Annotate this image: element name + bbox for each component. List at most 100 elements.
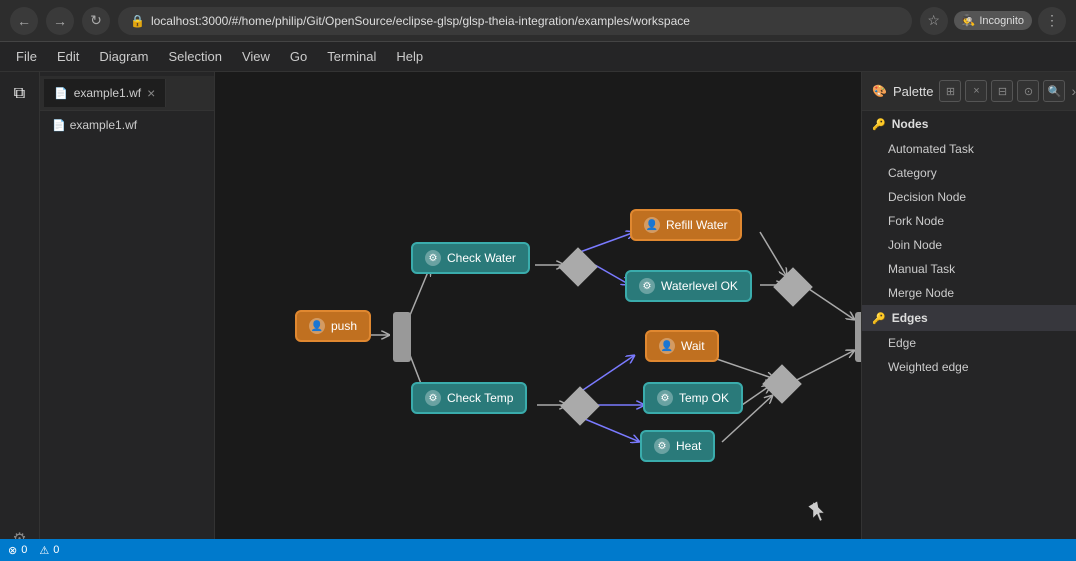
check-temp-icon: ⚙ [425,390,441,406]
left-gate-node[interactable] [393,312,411,362]
menu-diagram[interactable]: Diagram [91,46,156,67]
palette-panel: 🎨 Palette ⊞ × ⊟ ⊙ 🔍 › 🔑 Nodes Automated … [861,72,1076,561]
edges-section-icon: 🔑 [872,312,886,325]
status-bar: ⊗ 0 ⚠ 0 [0,539,1076,561]
refill-water-node[interactable]: 👤 Refill Water [630,209,742,241]
check-water-icon: ⚙ [425,250,441,266]
warning-icon: ⚠ [39,544,49,557]
temp-ok-node[interactable]: ⚙ Temp OK [643,382,743,414]
tab-bar: 📄 example1.wf × [40,76,214,111]
check-water-node[interactable]: ⚙ Check Water [411,242,530,274]
forward-button[interactable]: → [46,7,74,35]
back-button[interactable]: ← [10,7,38,35]
palette-icon: 🎨 [872,84,887,98]
menu-selection[interactable]: Selection [160,46,229,67]
incognito-label: Incognito [979,15,1024,27]
edges-section-label: Edges [892,311,928,325]
diamond2[interactable] [560,386,600,426]
palette-btn-grid[interactable]: ⊞ [939,80,961,102]
palette-btn-close[interactable]: × [965,80,987,102]
app-body: ⧉ ⚙ 📄 example1.wf × 📄 example1.wf [0,72,1076,561]
warning-count: 0 [53,544,59,556]
reload-button[interactable]: ↻ [82,7,110,35]
check-temp-label: Check Temp [447,391,513,405]
menubar: File Edit Diagram Selection View Go Term… [0,42,1076,72]
palette-item-edge[interactable]: Edge [862,331,1076,355]
push-node-icon: 👤 [309,318,325,334]
waterlevel-ok-node[interactable]: ⚙ Waterlevel OK [625,270,752,302]
more-button[interactable]: ⋮ [1038,7,1066,35]
error-icon: ⊗ [8,544,17,557]
push-node[interactable]: 👤 push [295,310,371,342]
lock-icon: 🔒 [130,14,145,28]
palette-item-fork-node[interactable]: Fork Node [862,209,1076,233]
temp-ok-label: Temp OK [679,391,729,405]
active-tab[interactable]: 📄 example1.wf × [44,79,166,107]
menu-edit[interactable]: Edit [49,46,87,67]
waterlevel-ok-icon: ⚙ [639,278,655,294]
url-text: localhost:3000/#/home/philip/Git/OpenSou… [151,14,690,28]
palette-btn-circle[interactable]: ⊙ [1017,80,1039,102]
nodes-section[interactable]: 🔑 Nodes [862,111,1076,137]
wait-label: Wait [681,339,705,353]
palette-btn-expand-v[interactable]: ⊟ [991,80,1013,102]
mouse-cursor [813,502,825,520]
menu-view[interactable]: View [234,46,278,67]
tab-file-icon: 📄 [54,87,68,100]
check-temp-node[interactable]: ⚙ Check Temp [411,382,527,414]
menu-terminal[interactable]: Terminal [319,46,384,67]
check-water-label: Check Water [447,251,516,265]
palette-btn-search[interactable]: 🔍 [1043,80,1065,102]
menu-help[interactable]: Help [388,46,431,67]
nodes-section-label: Nodes [892,117,929,131]
star-button[interactable]: ☆ [920,7,948,35]
heat-icon: ⚙ [654,438,670,454]
palette-header: 🎨 Palette ⊞ × ⊟ ⊙ 🔍 › [862,72,1076,111]
refill-water-label: Refill Water [666,218,728,232]
menu-go[interactable]: Go [282,46,315,67]
url-bar[interactable]: 🔒 localhost:3000/#/home/philip/Git/OpenS… [118,7,912,35]
waterlevel-ok-label: Waterlevel OK [661,279,738,293]
temp-ok-icon: ⚙ [657,390,673,406]
right-gate-node[interactable] [855,312,861,362]
palette-item-merge-node[interactable]: Merge Node [862,281,1076,305]
canvas-area[interactable]: 👤 push ⚙ Check Water ⚙ Check Temp 👤 Refi… [215,72,861,561]
left-sidebar: ⧉ ⚙ [0,72,40,561]
diamond-right1[interactable] [773,267,813,307]
menu-file[interactable]: File [8,46,45,67]
file-icon: 📄 [52,119,66,132]
wait-node[interactable]: 👤 Wait [645,330,719,362]
browser-actions: ☆ 🕵 Incognito ⋮ [920,7,1066,35]
explorer-icon[interactable]: ⧉ [6,80,34,108]
file-name: example1.wf [70,118,137,132]
wait-icon: 👤 [659,338,675,354]
palette-item-category[interactable]: Category [862,161,1076,185]
file-tree-item[interactable]: 📄 example1.wf [48,115,206,135]
diamond-right2[interactable] [762,364,802,404]
heat-node[interactable]: ⚙ Heat [640,430,715,462]
error-count: 0 [21,544,27,556]
edges-section[interactable]: 🔑 Edges [862,305,1076,331]
errors-status[interactable]: ⊗ 0 [8,544,27,557]
incognito-badge: 🕵 Incognito [954,11,1032,30]
nodes-section-icon: 🔑 [872,118,886,131]
palette-title: Palette [893,84,933,99]
warnings-status[interactable]: ⚠ 0 [39,544,59,557]
incognito-icon: 🕵 [962,14,976,27]
heat-label: Heat [676,439,701,453]
file-explorer: 📄 example1.wf × 📄 example1.wf [40,72,215,561]
refill-water-icon: 👤 [644,217,660,233]
palette-actions: ⊞ × ⊟ ⊙ 🔍 [939,80,1065,102]
palette-item-join-node[interactable]: Join Node [862,233,1076,257]
palette-item-decision-node[interactable]: Decision Node [862,185,1076,209]
tab-label: example1.wf [74,86,141,100]
palette-expand-button[interactable]: › [1071,83,1076,99]
palette-item-automated-task[interactable]: Automated Task [862,137,1076,161]
push-node-label: push [331,319,357,333]
browser-bar: ← → ↻ 🔒 localhost:3000/#/home/philip/Git… [0,0,1076,42]
diamond1[interactable] [558,247,598,287]
file-tree: 📄 example1.wf [40,111,214,139]
tab-close-button[interactable]: × [147,85,155,101]
palette-item-manual-task[interactable]: Manual Task [862,257,1076,281]
palette-item-weighted-edge[interactable]: Weighted edge [862,355,1076,379]
